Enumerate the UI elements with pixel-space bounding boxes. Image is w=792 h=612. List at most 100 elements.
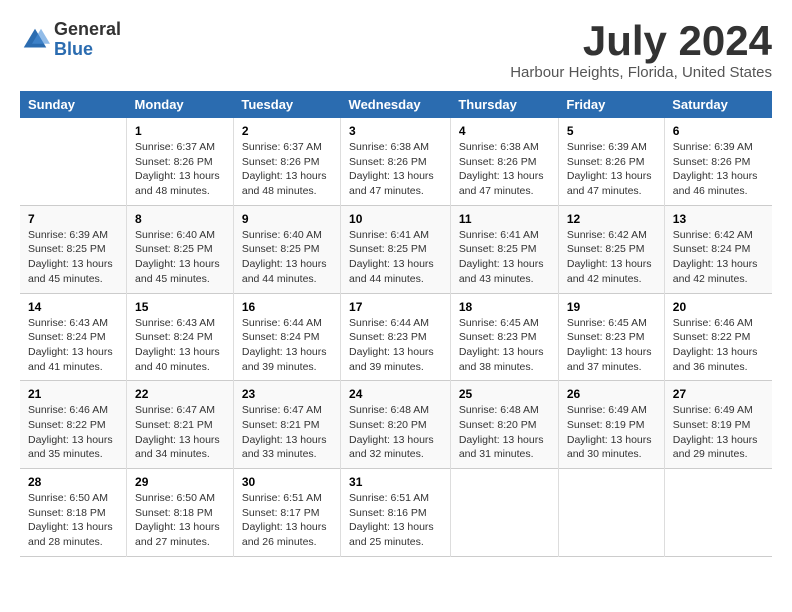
calendar-cell [558, 469, 664, 557]
title-block: July 2024 Harbour Heights, Florida, Unit… [510, 20, 772, 81]
page-header: General Blue July 2024 Harbour Heights, … [20, 20, 772, 81]
calendar-cell: 9Sunrise: 6:40 AMSunset: 8:25 PMDaylight… [233, 205, 340, 293]
calendar-cell: 12 Sunrise: 6:42 AMSunset: 8:25 PMDayligh… [558, 205, 664, 293]
day-info: Sunrise: 6:47 AMSunset: 8:21 PMDaylight:… [135, 403, 225, 462]
day-info: Sunrise: 6:51 AMSunset: 8:17 PMDaylight:… [242, 491, 332, 550]
calendar-cell: 27 Sunrise: 6:49 AMSunset: 8:19 PMDayligh… [664, 381, 772, 469]
day-info: Sunrise: 6:39 AMSunset: 8:25 PMDaylight:… [28, 228, 118, 287]
day-info: Sunrise: 6:48 AMSunset: 8:20 PMDaylight:… [459, 403, 550, 462]
day-number: 24 [349, 387, 442, 401]
day-number: 14 [28, 300, 118, 314]
calendar-week-row: 21 Sunrise: 6:46 AMSunset: 8:22 PMDayligh… [20, 381, 772, 469]
calendar-week-row: 14 Sunrise: 6:43 AMSunset: 8:24 PMDayligh… [20, 293, 772, 381]
calendar-cell: 19 Sunrise: 6:45 AMSunset: 8:23 PMDayligh… [558, 293, 664, 381]
day-info: Sunrise: 6:37 AMSunset: 8:26 PMDaylight:… [242, 140, 332, 199]
logo-blue-text: Blue [54, 40, 121, 60]
day-header-wednesday: Wednesday [341, 91, 451, 118]
day-number: 31 [349, 475, 442, 489]
calendar-cell: 18 Sunrise: 6:45 AMSunset: 8:23 PMDayligh… [450, 293, 558, 381]
day-info: Sunrise: 6:43 AMSunset: 8:24 PMDaylight:… [28, 316, 118, 375]
calendar-cell: 24 Sunrise: 6:48 AMSunset: 8:20 PMDayligh… [341, 381, 451, 469]
day-number: 19 [567, 300, 656, 314]
calendar-cell: 11 Sunrise: 6:41 AMSunset: 8:25 PMDayligh… [450, 205, 558, 293]
day-number: 2 [242, 124, 332, 138]
day-info: Sunrise: 6:45 AMSunset: 8:23 PMDaylight:… [459, 316, 550, 375]
logo-general-text: General [54, 20, 121, 40]
location-text: Harbour Heights, Florida, United States [510, 64, 772, 81]
day-header-friday: Friday [558, 91, 664, 118]
day-number: 6 [673, 124, 764, 138]
calendar-cell: 7 Sunrise: 6:39 AMSunset: 8:25 PMDaylight… [20, 205, 127, 293]
day-info: Sunrise: 6:46 AMSunset: 8:22 PMDaylight:… [673, 316, 764, 375]
month-title: July 2024 [510, 20, 772, 62]
day-header-sunday: Sunday [20, 91, 127, 118]
day-number: 18 [459, 300, 550, 314]
day-number: 12 [567, 212, 656, 226]
day-header-tuesday: Tuesday [233, 91, 340, 118]
calendar-cell: 29Sunrise: 6:50 AMSunset: 8:18 PMDayligh… [127, 469, 234, 557]
day-number: 4 [459, 124, 550, 138]
day-info: Sunrise: 6:50 AMSunset: 8:18 PMDaylight:… [135, 491, 225, 550]
day-info: Sunrise: 6:43 AMSunset: 8:24 PMDaylight:… [135, 316, 225, 375]
calendar-week-row: 1 Sunrise: 6:37 AMSunset: 8:26 PMDaylight… [20, 118, 772, 205]
calendar-cell: 15Sunrise: 6:43 AMSunset: 8:24 PMDayligh… [127, 293, 234, 381]
calendar-header-row: SundayMondayTuesdayWednesdayThursdayFrid… [20, 91, 772, 118]
calendar-cell: 8 Sunrise: 6:40 AMSunset: 8:25 PMDaylight… [127, 205, 234, 293]
day-header-monday: Monday [127, 91, 234, 118]
day-number: 21 [28, 387, 118, 401]
day-info: Sunrise: 6:49 AMSunset: 8:19 PMDaylight:… [567, 403, 656, 462]
day-info: Sunrise: 6:48 AMSunset: 8:20 PMDaylight:… [349, 403, 442, 462]
calendar-cell: 23 Sunrise: 6:47 AMSunset: 8:21 PMDayligh… [233, 381, 340, 469]
day-number: 10 [349, 212, 442, 226]
day-info: Sunrise: 6:40 AMSunset: 8:25 PMDaylight:… [242, 228, 332, 287]
calendar-cell: 31 Sunrise: 6:51 AMSunset: 8:16 PMDayligh… [341, 469, 451, 557]
day-info: Sunrise: 6:40 AMSunset: 8:25 PMDaylight:… [135, 228, 225, 287]
day-number: 30 [242, 475, 332, 489]
calendar-cell: 13 Sunrise: 6:42 AMSunset: 8:24 PMDayligh… [664, 205, 772, 293]
day-info: Sunrise: 6:39 AMSunset: 8:26 PMDaylight:… [567, 140, 656, 199]
day-number: 8 [135, 212, 225, 226]
day-info: Sunrise: 6:45 AMSunset: 8:23 PMDaylight:… [567, 316, 656, 375]
day-number: 7 [28, 212, 118, 226]
calendar-cell [450, 469, 558, 557]
day-number: 1 [135, 124, 225, 138]
day-number: 28 [28, 475, 118, 489]
calendar-cell: 2 Sunrise: 6:37 AMSunset: 8:26 PMDaylight… [233, 118, 340, 205]
logo: General Blue [20, 20, 121, 60]
calendar-cell: 25Sunrise: 6:48 AMSunset: 8:20 PMDayligh… [450, 381, 558, 469]
day-info: Sunrise: 6:51 AMSunset: 8:16 PMDaylight:… [349, 491, 442, 550]
calendar-cell: 10 Sunrise: 6:41 AMSunset: 8:25 PMDayligh… [341, 205, 451, 293]
calendar-cell: 28 Sunrise: 6:50 AMSunset: 8:18 PMDayligh… [20, 469, 127, 557]
day-info: Sunrise: 6:46 AMSunset: 8:22 PMDaylight:… [28, 403, 118, 462]
day-number: 16 [242, 300, 332, 314]
logo-icon [20, 25, 50, 55]
day-info: Sunrise: 6:42 AMSunset: 8:24 PMDaylight:… [673, 228, 764, 287]
day-info: Sunrise: 6:47 AMSunset: 8:21 PMDaylight:… [242, 403, 332, 462]
calendar-cell: 17Sunrise: 6:44 AMSunset: 8:23 PMDayligh… [341, 293, 451, 381]
day-info: Sunrise: 6:39 AMSunset: 8:26 PMDaylight:… [673, 140, 764, 199]
day-info: Sunrise: 6:42 AMSunset: 8:25 PMDaylight:… [567, 228, 656, 287]
day-number: 5 [567, 124, 656, 138]
calendar-cell: 14 Sunrise: 6:43 AMSunset: 8:24 PMDayligh… [20, 293, 127, 381]
day-info: Sunrise: 6:49 AMSunset: 8:19 PMDaylight:… [673, 403, 764, 462]
calendar-cell: 22 Sunrise: 6:47 AMSunset: 8:21 PMDayligh… [127, 381, 234, 469]
calendar-week-row: 28 Sunrise: 6:50 AMSunset: 8:18 PMDayligh… [20, 469, 772, 557]
calendar-cell: 1 Sunrise: 6:37 AMSunset: 8:26 PMDaylight… [127, 118, 234, 205]
day-number: 22 [135, 387, 225, 401]
day-info: Sunrise: 6:37 AMSunset: 8:26 PMDaylight:… [135, 140, 225, 199]
day-info: Sunrise: 6:38 AMSunset: 8:26 PMDaylight:… [459, 140, 550, 199]
day-number: 13 [673, 212, 764, 226]
day-number: 23 [242, 387, 332, 401]
day-info: Sunrise: 6:41 AMSunset: 8:25 PMDaylight:… [349, 228, 442, 287]
day-header-saturday: Saturday [664, 91, 772, 118]
day-info: Sunrise: 6:50 AMSunset: 8:18 PMDaylight:… [28, 491, 118, 550]
day-number: 27 [673, 387, 764, 401]
day-info: Sunrise: 6:38 AMSunset: 8:26 PMDaylight:… [349, 140, 442, 199]
day-info: Sunrise: 6:44 AMSunset: 8:23 PMDaylight:… [349, 316, 442, 375]
day-info: Sunrise: 6:41 AMSunset: 8:25 PMDaylight:… [459, 228, 550, 287]
calendar-cell: 30 Sunrise: 6:51 AMSunset: 8:17 PMDayligh… [233, 469, 340, 557]
calendar-cell: 16Sunrise: 6:44 AMSunset: 8:24 PMDayligh… [233, 293, 340, 381]
calendar-cell: 5 Sunrise: 6:39 AMSunset: 8:26 PMDaylight… [558, 118, 664, 205]
day-header-thursday: Thursday [450, 91, 558, 118]
day-number: 11 [459, 212, 550, 226]
